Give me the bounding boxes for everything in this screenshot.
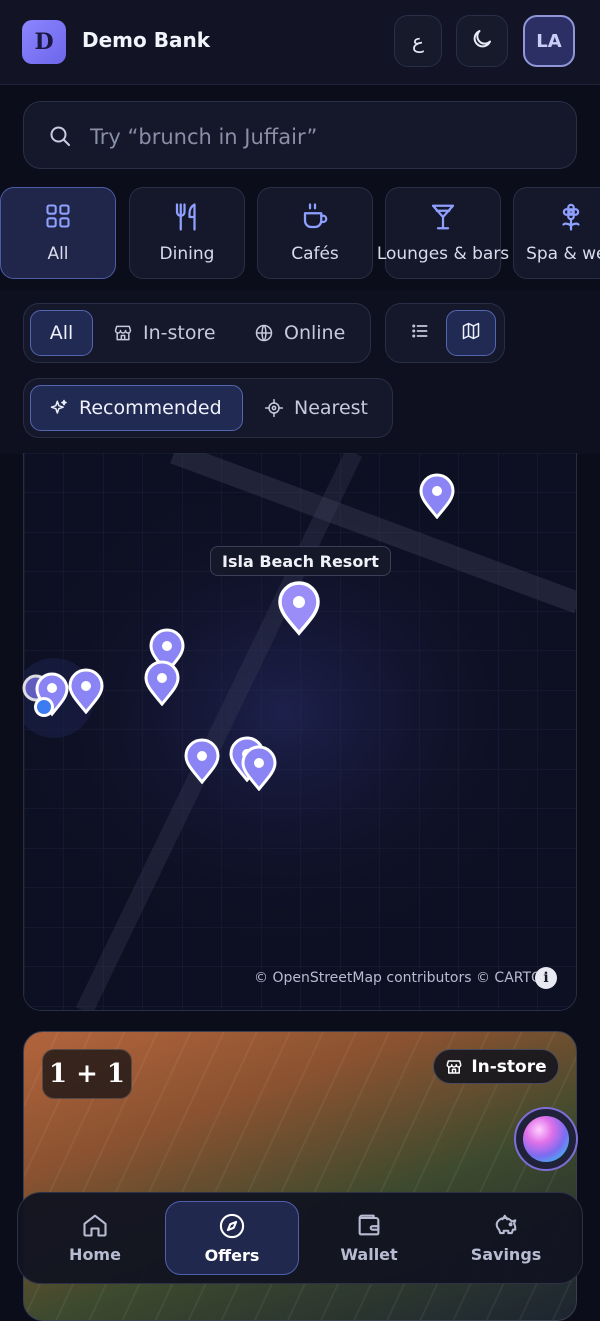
map-pin[interactable] bbox=[183, 738, 221, 788]
deal-badge: 1 + 1 bbox=[42, 1049, 132, 1099]
compass-icon bbox=[166, 1212, 298, 1240]
home-icon bbox=[28, 1211, 162, 1239]
language-toggle-button[interactable]: ع bbox=[394, 15, 442, 67]
app-header: D Demo Bank ع LA bbox=[0, 0, 600, 85]
channel-label: In-store bbox=[143, 322, 216, 344]
list-icon bbox=[410, 321, 430, 346]
channel-filter: All In-store Online bbox=[23, 303, 371, 363]
nav-home[interactable]: Home bbox=[28, 1201, 162, 1275]
moon-icon bbox=[470, 27, 494, 55]
grid-icon bbox=[1, 202, 115, 230]
category-all[interactable]: All bbox=[0, 187, 116, 279]
utensils-icon bbox=[130, 202, 244, 232]
nav-label: Offers bbox=[204, 1246, 260, 1265]
channel-label: All bbox=[49, 322, 74, 344]
current-location-dot bbox=[32, 695, 56, 723]
user-avatar[interactable]: LA bbox=[523, 15, 575, 67]
store-icon bbox=[445, 1058, 463, 1076]
sort-filter: Recommended Nearest bbox=[23, 378, 393, 438]
wallet-icon bbox=[302, 1211, 436, 1239]
bank-logo: D bbox=[22, 20, 66, 64]
map-pin-selected[interactable] bbox=[276, 580, 322, 640]
bottom-navigation: Home Offers Wallet Savings bbox=[17, 1192, 583, 1284]
app-name: Demo Bank bbox=[82, 28, 210, 52]
category-dining[interactable]: Dining bbox=[129, 187, 245, 279]
assistant-orb-icon bbox=[523, 1116, 569, 1162]
list-view-button[interactable] bbox=[396, 310, 444, 356]
offers-map[interactable] bbox=[23, 453, 577, 1011]
map-attribution[interactable]: © OpenStreetMap contributors © CARTO bbox=[254, 970, 542, 986]
channel-online-pill[interactable]: Online bbox=[254, 310, 362, 356]
map-pin[interactable] bbox=[67, 668, 105, 718]
map-pin[interactable] bbox=[143, 660, 181, 710]
sort-label: Recommended bbox=[79, 397, 222, 419]
map-info-button[interactable]: i bbox=[535, 967, 557, 989]
category-spa-wellness[interactable]: Spa & well bbox=[513, 187, 600, 279]
nav-wallet[interactable]: Wallet bbox=[302, 1201, 436, 1275]
store-icon bbox=[113, 323, 133, 343]
nav-label: Home bbox=[69, 1245, 121, 1264]
category-strip[interactable]: All Dining Cafés Lounges & bars Spa & we… bbox=[0, 187, 600, 281]
search-icon bbox=[48, 124, 72, 152]
category-label: Spa & well bbox=[526, 244, 600, 264]
coffee-cup-icon bbox=[258, 202, 372, 232]
selected-place-label: Isla Beach Resort bbox=[210, 546, 391, 576]
piggy-bank-icon bbox=[439, 1211, 573, 1239]
nav-label: Wallet bbox=[340, 1245, 398, 1264]
map-view-button[interactable] bbox=[446, 310, 496, 356]
map-pin[interactable] bbox=[418, 473, 456, 523]
flower-icon bbox=[514, 202, 600, 232]
channel-all-pill[interactable]: All bbox=[30, 310, 93, 356]
map-tiles bbox=[24, 453, 576, 1010]
search-bar[interactable] bbox=[23, 101, 577, 169]
category-lounges-bars[interactable]: Lounges & bars bbox=[377, 187, 509, 279]
sort-recommended-pill[interactable]: Recommended bbox=[30, 385, 243, 431]
channel-badge: In-store bbox=[433, 1049, 559, 1084]
sparkles-icon bbox=[49, 398, 69, 418]
view-toggle bbox=[385, 303, 505, 363]
cocktail-icon bbox=[386, 202, 500, 232]
globe-icon bbox=[254, 323, 274, 343]
sort-nearest-pill[interactable]: Nearest bbox=[262, 385, 382, 431]
assistant-orb-button[interactable] bbox=[514, 1107, 578, 1171]
channel-in-store-pill[interactable]: In-store bbox=[111, 310, 229, 356]
theme-toggle-button[interactable] bbox=[456, 15, 508, 67]
nav-offers[interactable]: Offers bbox=[165, 1201, 299, 1275]
nav-label: Savings bbox=[470, 1245, 542, 1264]
map-pin[interactable] bbox=[240, 745, 278, 795]
channel-badge-label: In-store bbox=[471, 1056, 547, 1077]
nav-savings[interactable]: Savings bbox=[439, 1201, 573, 1275]
category-cafes[interactable]: Cafés bbox=[257, 187, 373, 279]
channel-label: Online bbox=[284, 322, 346, 344]
crosshair-icon bbox=[264, 398, 284, 418]
search-input[interactable] bbox=[88, 116, 552, 158]
sort-label: Nearest bbox=[294, 397, 368, 419]
map-icon bbox=[461, 321, 481, 346]
